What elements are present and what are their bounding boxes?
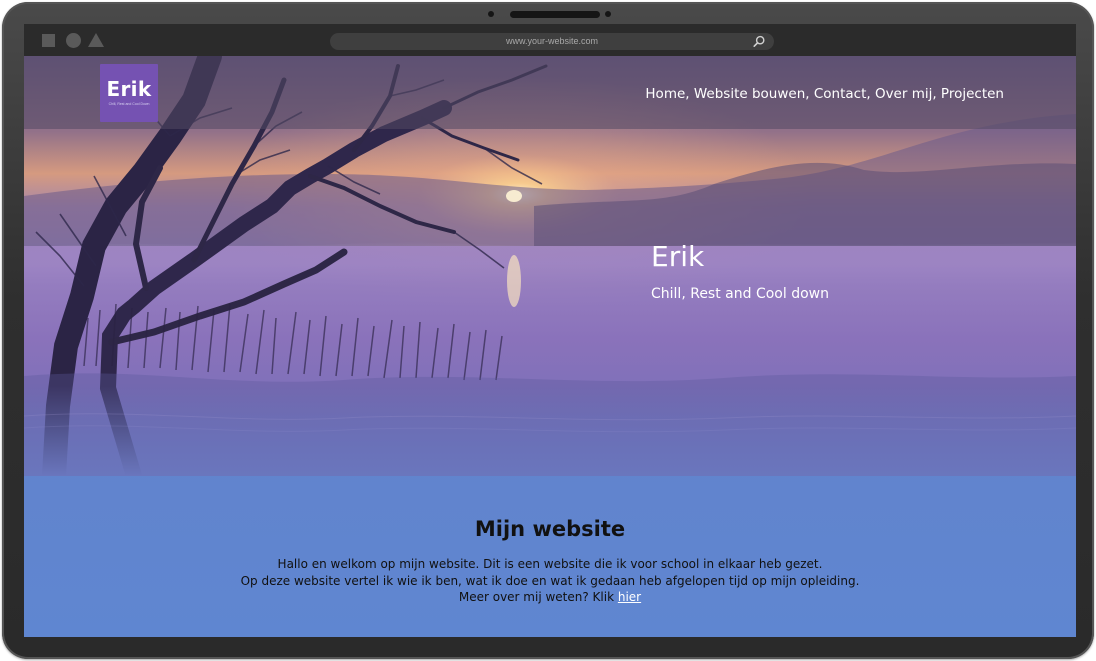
- camera-bar: [510, 11, 600, 18]
- browser-toolbar: www.your-website.com: [24, 24, 1076, 56]
- logo-tagline: Chill, Rest and Cool Down: [108, 102, 150, 106]
- triangle-icon[interactable]: [88, 33, 104, 47]
- header-bar: Erik Chill, Rest and Cool Down Home, Web…: [24, 56, 1076, 129]
- circle-icon[interactable]: [66, 33, 81, 48]
- intro-line-3: Meer over mij weten? Klik hier: [24, 589, 1076, 606]
- address-text[interactable]: www.your-website.com: [330, 34, 774, 49]
- intro-section: Mijn website Hallo en welkom op mijn web…: [24, 516, 1076, 606]
- intro-line-2: Op deze website vertel ik wie ik ben, wa…: [240, 573, 860, 588]
- address-bar[interactable]: www.your-website.com: [330, 33, 774, 50]
- camera-dot-left: [488, 11, 494, 17]
- intro-text: Hallo en welkom op mijn website. Dit is …: [24, 556, 1076, 606]
- device-frame: www.your-website.com Erik Chill, Rest an…: [2, 2, 1094, 659]
- intro-line-1: Hallo en welkom op mijn website. Dit is …: [277, 557, 823, 571]
- screen: www.your-website.com Erik Chill, Rest an…: [24, 24, 1076, 637]
- webpage: Erik Chill, Rest and Cool Down Home, Web…: [24, 56, 1076, 637]
- site-logo[interactable]: Erik Chill, Rest and Cool Down: [100, 64, 158, 122]
- main-navigation[interactable]: Home, Website bouwen, Contact, Over mij,…: [645, 86, 1004, 103]
- logo-name[interactable]: Erik: [107, 79, 152, 99]
- search-icon[interactable]: [752, 35, 766, 48]
- hero-banner: Erik Chill, Rest and Cool Down Home, Web…: [24, 56, 1076, 476]
- page-heading: Mijn website: [474, 517, 626, 541]
- more-info-link[interactable]: hier: [618, 590, 641, 604]
- hero-title: Erik: [651, 240, 705, 273]
- intro-line-3-text: Meer over mij weten? Klik: [458, 590, 618, 604]
- camera-dot-right: [605, 11, 611, 17]
- hero-subtitle: Chill, Rest and Cool down: [651, 286, 829, 302]
- square-icon[interactable]: [42, 34, 55, 47]
